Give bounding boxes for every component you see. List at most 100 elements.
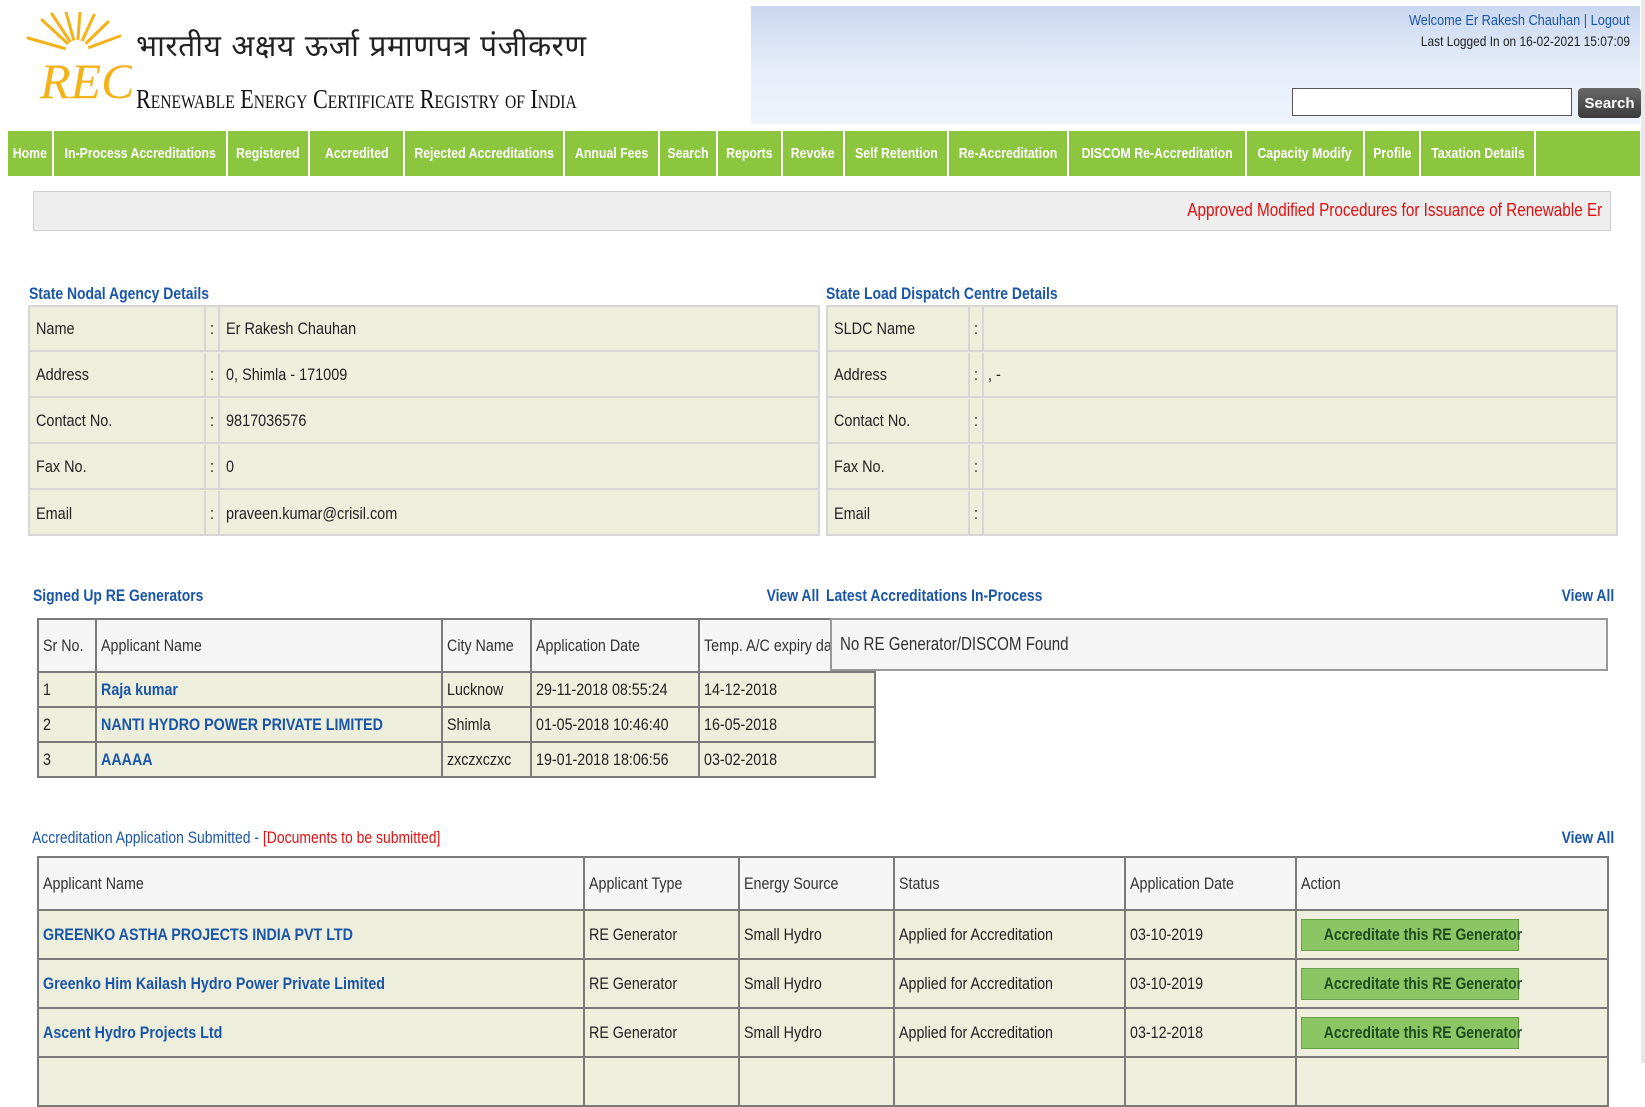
applicant-link[interactable]: Greenko Him Kailash Hydro Power Private … (43, 974, 450, 993)
announcement-link[interactable]: Approved Modified Procedures for Issuanc… (1187, 200, 1602, 221)
nav-label: Revoke (791, 145, 835, 162)
nav-revoke[interactable]: Revoke (783, 131, 845, 176)
nav-label: DISCOM Re-Accreditation (1081, 145, 1233, 162)
table-cell: Small Hydro (738, 958, 895, 1009)
table-cell: Greenko Him Kailash Hydro Power Private … (36, 958, 586, 1009)
detail-separator: : (204, 399, 220, 442)
table-row: GREENKO ASTHA PROJECTS INDIA PVT LTD RE … (36, 909, 1609, 960)
nav-registered[interactable]: Registered (228, 131, 310, 176)
applicant-link[interactable]: GREENKO ASTHA PROJECTS INDIA PVT LTD (43, 925, 412, 944)
table-cell: 03-10-2019 (1123, 958, 1298, 1009)
nav-label: Profile (1372, 145, 1412, 162)
detail-row-address: Address : 0, Shimla - 171009 (30, 353, 818, 398)
signed-up-view-all-link[interactable]: View All (766, 586, 819, 606)
applicant-link[interactable]: Ascent Hydro Projects Ltd (43, 1023, 257, 1042)
logo-area: REC भारतीय अक्षय ऊर्जा प्रमाणपत्र पंजीकर… (8, 6, 743, 124)
detail-value: 0, Shimla - 171009 (226, 364, 348, 384)
logout-link[interactable]: Logout (1591, 12, 1630, 29)
table-cell: zxczxczxc (440, 741, 533, 778)
detail-separator: : (204, 491, 220, 536)
table-row: 2 NANTI HYDRO POWER PRIVATE LIMITED Shim… (36, 706, 877, 743)
nav-label: In-Process Accreditations (64, 145, 216, 162)
page-scrollbar[interactable] (1641, 0, 1645, 1063)
applicant-link[interactable]: NANTI HYDRO POWER PRIVATE LIMITED (101, 715, 437, 734)
table-cell (36, 1056, 586, 1107)
table-cell: 03-12-2018 (1123, 1007, 1298, 1058)
detail-separator: : (968, 307, 984, 350)
nav-in-process-accreditations[interactable]: In-Process Accreditations (54, 131, 228, 176)
table-cell: Applied for Accreditation (892, 1007, 1126, 1058)
table-cell (1295, 1056, 1609, 1107)
table-row: 3 AAAAA zxczxczxc 19-01-2018 18:06:56 03… (36, 741, 877, 778)
detail-row-contact: Contact No. : (828, 399, 1616, 444)
detail-separator: : (968, 491, 984, 536)
table-cell: 3 (36, 741, 98, 778)
header-divider (743, 6, 751, 124)
last-logged-text: Last Logged In on 16-02-2021 15:07:09 (1420, 33, 1630, 49)
empty-message: No RE Generator/DISCOM Found (840, 634, 1069, 654)
table-cell: Small Hydro (738, 1007, 895, 1058)
detail-separator: : (968, 353, 984, 396)
welcome-text: Welcome Er Rakesh Chauhan (1409, 12, 1581, 29)
signed-up-table: Sr No. Applicant Name City Name Applicat… (36, 618, 877, 778)
nav-rejected-accreditations[interactable]: Rejected Accreditations (405, 131, 565, 176)
detail-separator: : (204, 353, 220, 396)
table-cell: GREENKO ASTHA PROJECTS INDIA PVT LTD (36, 909, 586, 960)
column-header: Application Date (530, 618, 700, 673)
accreditation-view-all-link[interactable]: View All (1561, 828, 1614, 848)
nav-label: Self Retention (854, 145, 938, 162)
accreditation-table: Applicant Name Applicant Type Energy Sou… (36, 856, 1609, 1107)
table-cell: Ascent Hydro Projects Ltd (36, 1007, 586, 1058)
nav-label: Annual Fees (574, 145, 649, 162)
nav-profile[interactable]: Profile (1365, 131, 1421, 176)
accreditate-button[interactable]: Accreditate this RE Generator (1301, 918, 1523, 951)
detail-label: Fax No. (36, 456, 87, 476)
table-cell: Accreditate this RE Generator (1295, 1007, 1609, 1058)
table-cell: RE Generator (583, 909, 741, 960)
nav-self-retention[interactable]: Self Retention (845, 131, 949, 176)
table-header-row: Applicant Name Applicant Type Energy Sou… (36, 856, 1609, 911)
table-cell: RE Generator (583, 958, 741, 1009)
table-cell: 03-02-2018 (697, 741, 877, 778)
english-site-title: Renewable Energy Certificate Registry of… (136, 84, 577, 114)
nav-annual-fees[interactable]: Annual Fees (565, 131, 660, 176)
applicant-link[interactable]: AAAAA (101, 750, 162, 769)
accreditate-button[interactable]: Accreditate this RE Generator (1301, 1016, 1523, 1049)
detail-separator: : (204, 445, 220, 488)
detail-label: Address (36, 364, 90, 384)
table-cell: 03-10-2019 (1123, 909, 1298, 960)
search-input[interactable] (1292, 88, 1572, 116)
table-cell: 2 (36, 706, 98, 743)
nav-discom-re-accreditation[interactable]: DISCOM Re-Accreditation (1069, 131, 1247, 176)
nav-reports[interactable]: Reports (718, 131, 783, 176)
nav-taxation-details[interactable]: Taxation Details (1421, 131, 1536, 176)
table-cell: RE Generator (583, 1007, 741, 1058)
nav-capacity-modify[interactable]: Capacity Modify (1247, 131, 1365, 176)
nav-re-accreditation[interactable]: Re-Accreditation (949, 131, 1069, 176)
table-cell (1123, 1056, 1298, 1107)
table-cell: 29-11-2018 08:55:24 (530, 671, 700, 708)
table-cell: Accreditate this RE Generator (1295, 958, 1609, 1009)
table-cell: Shimla (440, 706, 533, 743)
detail-label: Name (36, 318, 75, 338)
sldc-details: SLDC Name : Address : , - Contact No. : … (826, 305, 1618, 536)
column-header: Status (892, 856, 1126, 911)
nav-home[interactable]: Home (8, 131, 54, 176)
search-button[interactable]: Search (1578, 88, 1641, 118)
column-header: Sr No. (36, 618, 98, 673)
nav-label: Accredited (324, 145, 389, 162)
column-header: Applicant Type (583, 856, 741, 911)
nav-search[interactable]: Search (660, 131, 718, 176)
table-cell: Lucknow (440, 671, 533, 708)
applicant-link[interactable]: Raja kumar (101, 680, 193, 699)
table-row: Greenko Him Kailash Hydro Power Private … (36, 958, 1609, 1009)
state-nodal-details: Name : Er Rakesh Chauhan Address : 0, Sh… (28, 305, 820, 536)
detail-label: Fax No. (834, 456, 885, 476)
nav-accredited[interactable]: Accredited (310, 131, 405, 176)
accreditate-button[interactable]: Accreditate this RE Generator (1301, 967, 1523, 1000)
latest-view-all-link[interactable]: View All (1561, 586, 1614, 606)
svg-text:REC: REC (39, 53, 132, 108)
rec-logo[interactable]: REC (22, 12, 132, 108)
table-cell (583, 1056, 741, 1107)
detail-row-sldc-name: SLDC Name : (828, 307, 1616, 352)
